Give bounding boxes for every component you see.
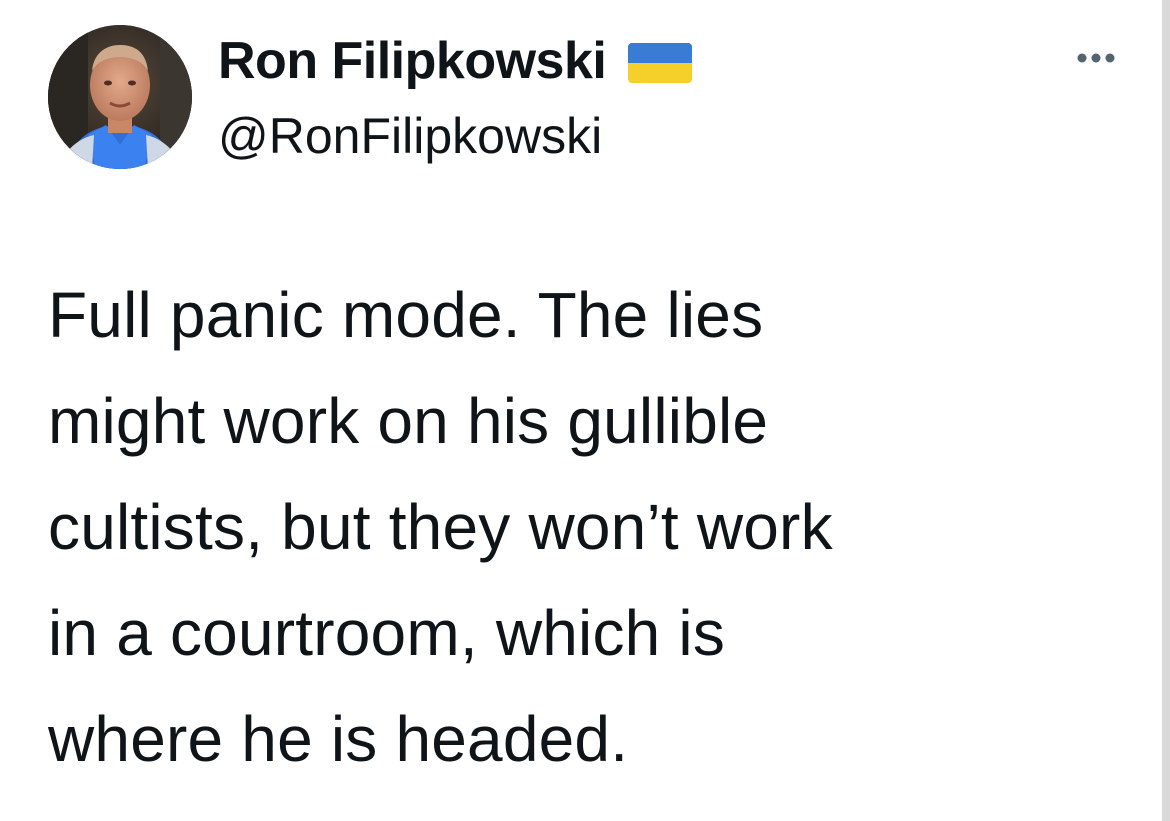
tweet-author: Ron Filipkowski @RonFilipkowski (218, 30, 693, 166)
author-display-name[interactable]: Ron Filipkowski (218, 30, 607, 92)
ukraine-flag-icon (628, 43, 693, 83)
author-name-row: Ron Filipkowski (218, 30, 693, 92)
page-edge (1162, 0, 1170, 821)
more-horizontal-icon (1077, 53, 1115, 63)
tweet-text: Full panic mode. The lies might work on … (48, 279, 833, 775)
profile-photo (48, 25, 192, 169)
author-handle[interactable]: @RonFilipkowski (218, 106, 692, 166)
avatar[interactable] (48, 25, 192, 169)
more-button[interactable] (1072, 48, 1120, 68)
